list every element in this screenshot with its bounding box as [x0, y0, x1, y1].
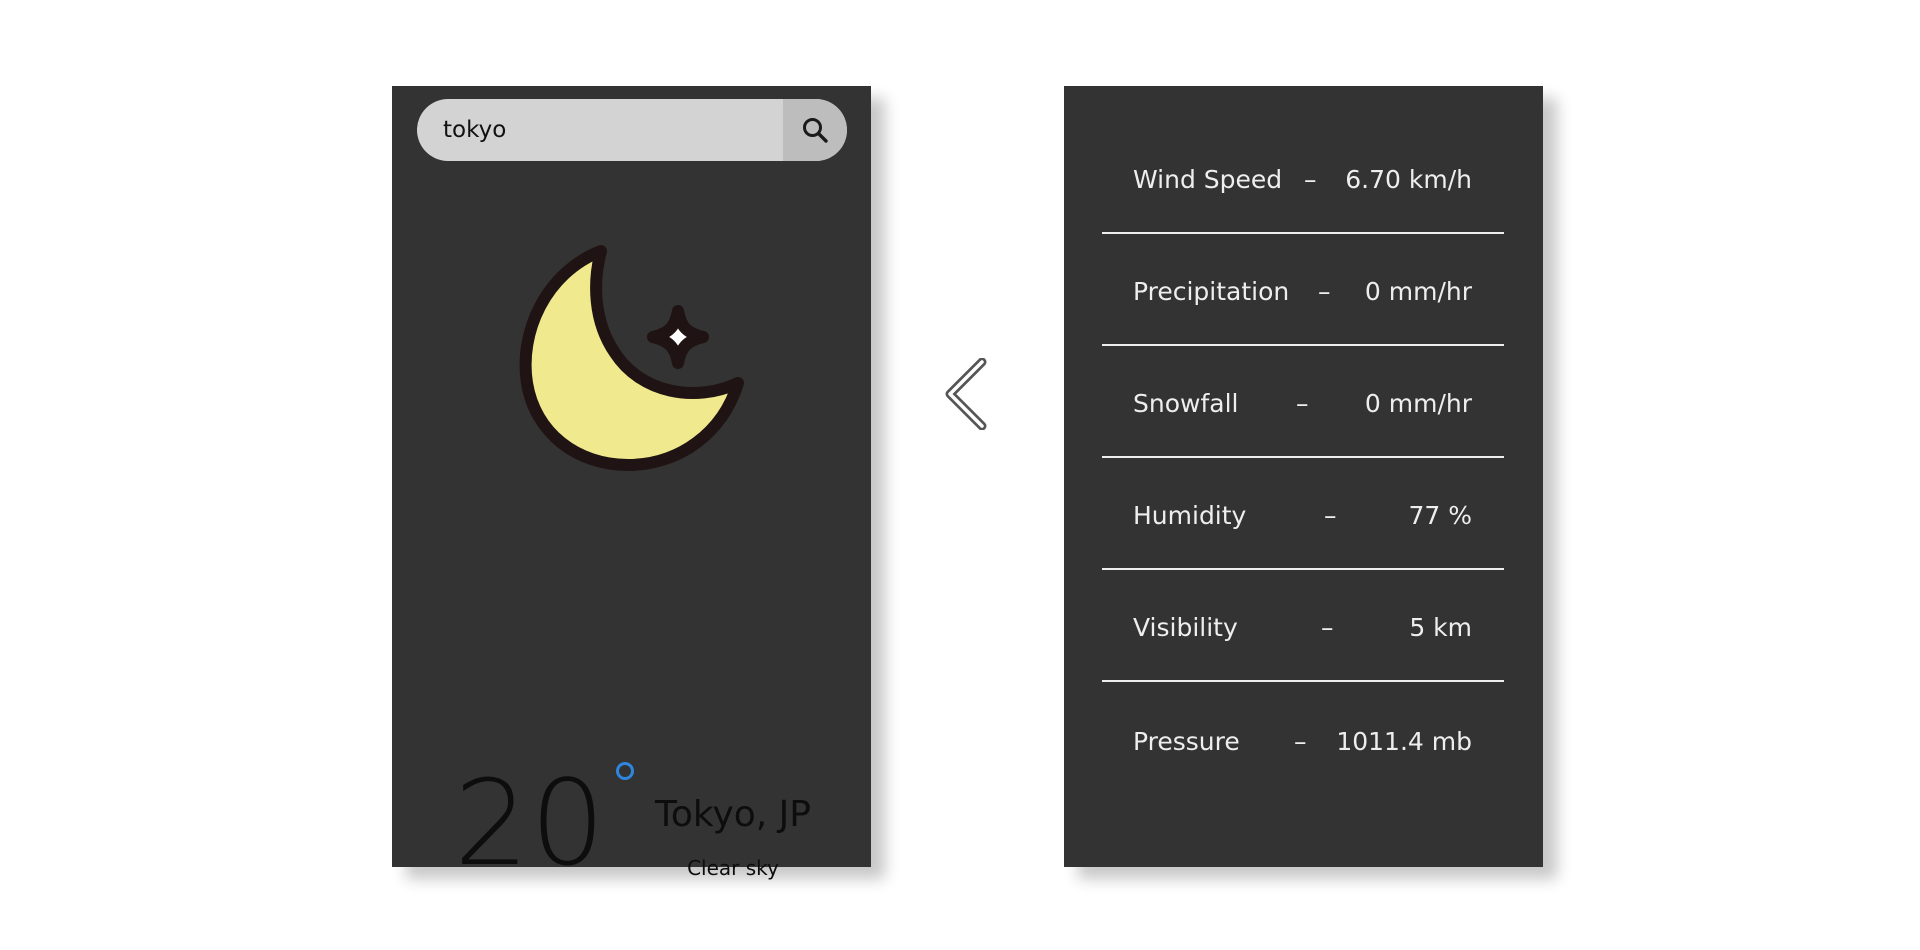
- detail-value: 5 km: [1409, 613, 1472, 642]
- detail-value: 77 %: [1408, 501, 1472, 530]
- detail-label: Snowfall: [1133, 389, 1239, 418]
- temperature-value: 20: [454, 754, 607, 892]
- moon-star-icon: [519, 245, 744, 471]
- detail-row-precipitation: Precipitation – 0 mm/hr: [1102, 234, 1504, 346]
- detail-row-pressure: Pressure – 1011.4 mb: [1102, 682, 1504, 794]
- detail-row-visibility: Visibility – 5 km: [1102, 570, 1504, 682]
- detail-separator: –: [1296, 389, 1309, 418]
- detail-separator: –: [1321, 613, 1334, 642]
- detail-label: Pressure: [1133, 727, 1240, 756]
- detail-value: 6.70 km/h: [1345, 165, 1472, 194]
- detail-separator: –: [1324, 501, 1337, 530]
- detail-separator: –: [1304, 165, 1317, 194]
- degree-icon: [616, 762, 634, 780]
- detail-label: Precipitation: [1133, 277, 1290, 306]
- details-list: Wind Speed – 6.70 km/h Precipitation – 0…: [1102, 86, 1504, 794]
- search-icon: [803, 118, 828, 143]
- city-name: Tokyo, JP: [654, 794, 811, 835]
- detail-value: 0 mm/hr: [1364, 389, 1472, 418]
- detail-value: 1011.4 mb: [1336, 727, 1472, 756]
- weather-app: 20 Tokyo, JP Clear sky Wind Speed – 6.70…: [0, 0, 1920, 950]
- detail-value: 0 mm/hr: [1364, 277, 1472, 306]
- chevron-left-icon[interactable]: [944, 358, 992, 430]
- detail-separator: –: [1318, 277, 1331, 306]
- search-input[interactable]: [417, 99, 785, 161]
- detail-separator: –: [1294, 727, 1307, 756]
- detail-row-snowfall: Snowfall – 0 mm/hr: [1102, 346, 1504, 458]
- detail-label: Humidity: [1133, 501, 1247, 530]
- search-button[interactable]: [783, 99, 847, 161]
- search-bar: [417, 99, 847, 161]
- detail-label: Wind Speed: [1133, 165, 1283, 194]
- detail-row-wind-speed: Wind Speed – 6.70 km/h: [1102, 86, 1504, 234]
- detail-label: Visibility: [1133, 613, 1238, 642]
- weather-condition: Clear sky: [687, 856, 779, 880]
- current-weather-card: 20 Tokyo, JP Clear sky: [392, 86, 871, 882]
- detail-row-humidity: Humidity – 77 %: [1102, 458, 1504, 570]
- weather-details-card: Wind Speed – 6.70 km/h Precipitation – 0…: [1064, 86, 1543, 867]
